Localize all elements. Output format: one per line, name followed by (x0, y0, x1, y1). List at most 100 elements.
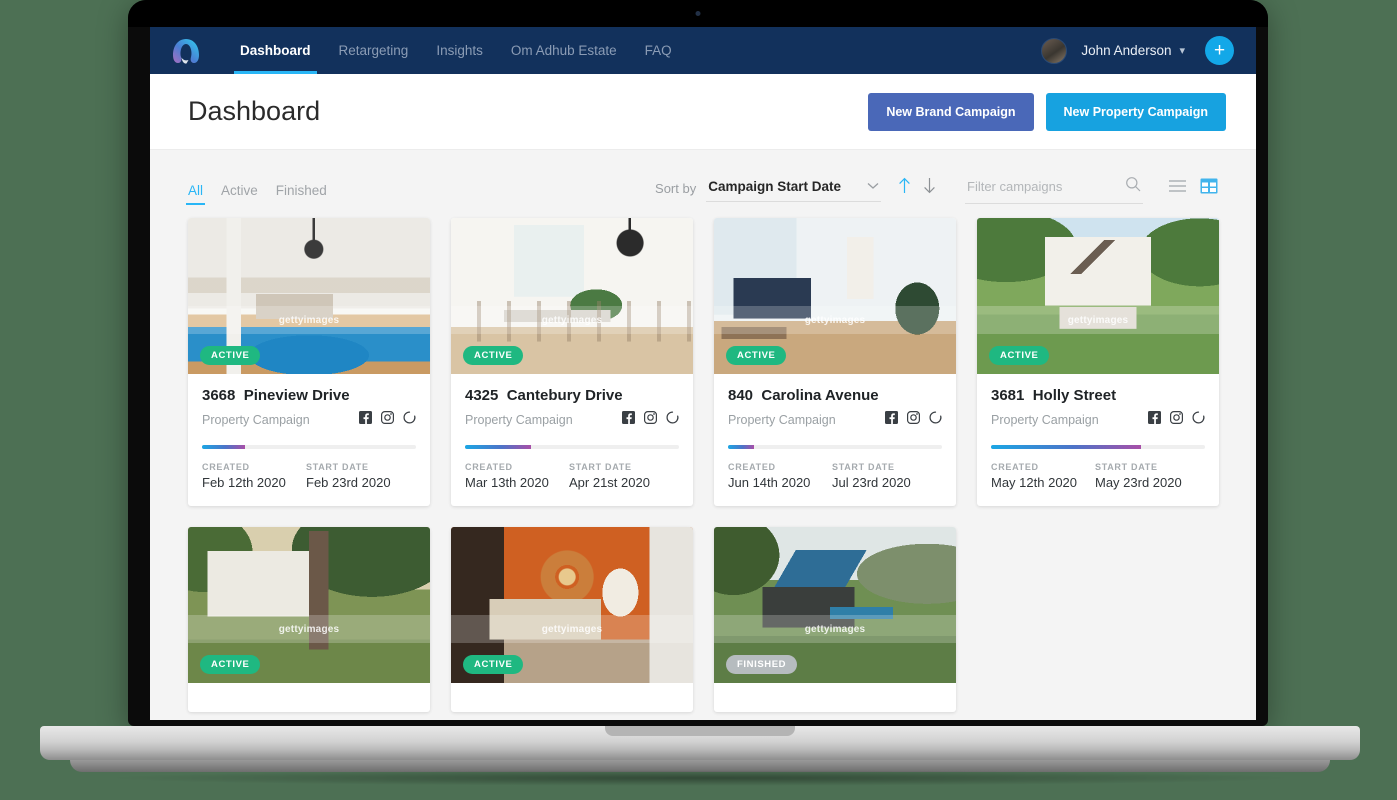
social-icons (622, 411, 679, 429)
campaign-progress (465, 445, 679, 449)
campaign-image: gettyimages ACTIVE (451, 218, 693, 374)
arrow-up-icon[interactable] (897, 177, 912, 199)
nav-item-dashboard[interactable]: Dashboard (226, 27, 325, 74)
facebook-icon[interactable] (1148, 411, 1161, 429)
page-title: Dashboard (188, 96, 321, 126)
start-date-label: START DATE (1095, 462, 1158, 472)
created-column: CREATED Mar 13th 2020 (465, 462, 569, 490)
tab-label: Active (221, 183, 258, 198)
avatar[interactable] (1041, 37, 1068, 64)
new-brand-campaign-button[interactable]: New Brand Campaign (868, 92, 1034, 131)
campaign-subrow: Property Campaign (465, 411, 679, 429)
created-value: May 12th 2020 (991, 475, 1078, 490)
user-name[interactable]: John Anderson (1081, 43, 1171, 58)
instagram-icon[interactable] (381, 411, 395, 429)
campaign-card[interactable]: gettyimages ACTIVE 3668 Pineview Drive P… (188, 218, 430, 506)
instagram-icon[interactable] (644, 411, 658, 429)
new-property-campaign-button[interactable]: New Property Campaign (1045, 92, 1226, 131)
image-watermark: gettyimages (714, 306, 956, 334)
campaign-street: Holly Street (1032, 387, 1117, 404)
status-badge: ACTIVE (726, 346, 787, 365)
status-badge: ACTIVE (200, 655, 261, 674)
campaign-card-body: 4325 Cantebury Drive Property Campaign C… (451, 374, 693, 506)
search-icon[interactable] (1125, 176, 1141, 197)
nav-item-retargeting[interactable]: Retargeting (325, 27, 423, 74)
created-column: CREATED May 12th 2020 (991, 462, 1095, 490)
image-watermark: gettyimages (451, 306, 693, 334)
nav-label: FAQ (644, 43, 672, 58)
chevron-down-icon (867, 177, 879, 195)
campaign-image: gettyimages ACTIVE (188, 218, 430, 374)
image-watermark: gettyimages (451, 615, 693, 643)
list-view-icon[interactable] (1169, 179, 1186, 198)
campaign-subrow: Property Campaign (991, 411, 1205, 429)
campaign-card[interactable]: gettyimages ACTIVE (451, 527, 693, 712)
tab-all[interactable]: All (185, 183, 206, 205)
webcam-icon (695, 11, 701, 16)
campaign-card-body: 3668 Pineview Drive Property Campaign CR… (188, 374, 430, 506)
status-badge: ACTIVE (200, 346, 261, 365)
campaign-dates: CREATED Feb 12th 2020 START DATE Feb 23r… (202, 462, 416, 490)
arrow-down-icon[interactable] (922, 177, 937, 199)
campaign-progress (728, 445, 942, 449)
campaign-grid: gettyimages ACTIVE 3668 Pineview Drive P… (188, 218, 1219, 720)
nav-label: Om Adhub Estate (510, 43, 617, 58)
created-value: Jun 14th 2020 (728, 475, 811, 490)
status-badge: ACTIVE (463, 655, 524, 674)
social-icons (885, 411, 942, 429)
campaign-number: 3681 (991, 387, 1025, 404)
campaign-type: Property Campaign (991, 413, 1099, 427)
campaign-title: 840 Carolina Avenue (728, 387, 942, 404)
grid-view-icon[interactable] (1200, 178, 1218, 199)
status-badge: ACTIVE (989, 346, 1050, 365)
facebook-icon[interactable] (359, 411, 372, 429)
nav-right-group: John Anderson ▾ + (1041, 36, 1234, 65)
status-badge: FINISHED (726, 655, 798, 674)
google-icon[interactable] (403, 411, 416, 429)
campaign-card[interactable]: gettyimages ACTIVE 3681 Holly Street Pro… (977, 218, 1219, 506)
campaign-card[interactable]: gettyimages ACTIVE 840 Carolina Avenue P… (714, 218, 956, 506)
laptop-mockup: Dashboard Retargeting Insights Om Adhub … (128, 0, 1268, 726)
campaign-title: 3668 Pineview Drive (202, 387, 416, 404)
facebook-icon[interactable] (622, 411, 635, 429)
nav-item-insights[interactable]: Insights (422, 27, 497, 74)
view-toggle-group (1169, 178, 1218, 199)
image-watermark: gettyimages (714, 615, 956, 643)
sort-by-select[interactable]: Campaign Start Date (706, 174, 881, 202)
campaign-number: 3668 (202, 387, 236, 404)
nav-item-om-adhub-estate[interactable]: Om Adhub Estate (497, 27, 631, 74)
tab-active[interactable]: Active (221, 183, 258, 205)
nav-item-faq[interactable]: FAQ (631, 27, 686, 74)
campaign-type: Property Campaign (465, 413, 573, 427)
facebook-icon[interactable] (885, 411, 898, 429)
campaign-street: Pineview Drive (243, 387, 350, 404)
google-icon[interactable] (666, 411, 679, 429)
add-campaign-button[interactable]: + (1205, 36, 1234, 65)
campaign-image: gettyimages ACTIVE (977, 218, 1219, 374)
image-watermark: gettyimages (188, 306, 430, 334)
google-icon[interactable] (929, 411, 942, 429)
social-icons (1148, 411, 1205, 429)
tab-finished[interactable]: Finished (276, 183, 327, 205)
campaign-image: gettyimages FINISHED (714, 527, 956, 683)
nav-label: Insights (436, 43, 483, 58)
filter-campaigns-field[interactable] (965, 173, 1143, 204)
start-date-label: START DATE (832, 462, 895, 472)
campaign-card[interactable]: gettyimages ACTIVE 4325 Cantebury Drive … (451, 218, 693, 506)
arc-logo-icon[interactable] (168, 34, 204, 68)
chevron-down-icon[interactable]: ▾ (1179, 44, 1185, 57)
filter-campaigns-input[interactable] (967, 178, 1125, 194)
instagram-icon[interactable] (907, 411, 921, 429)
campaign-card-body: 840 Carolina Avenue Property Campaign CR… (714, 374, 956, 506)
main-content: All Active Finished Sort by Campaign Sta… (150, 150, 1256, 720)
start-date-label: START DATE (569, 462, 632, 472)
google-icon[interactable] (1192, 411, 1205, 429)
campaign-card[interactable]: gettyimages ACTIVE (188, 527, 430, 712)
start-date-value: May 23rd 2020 (1095, 475, 1182, 490)
campaign-card[interactable]: gettyimages FINISHED (714, 527, 956, 712)
campaign-image: gettyimages ACTIVE (451, 527, 693, 683)
campaign-dates: CREATED Mar 13th 2020 START DATE Apr 21s… (465, 462, 679, 490)
instagram-icon[interactable] (1170, 411, 1184, 429)
campaign-subrow: Property Campaign (202, 411, 416, 429)
status-badge: ACTIVE (463, 346, 524, 365)
